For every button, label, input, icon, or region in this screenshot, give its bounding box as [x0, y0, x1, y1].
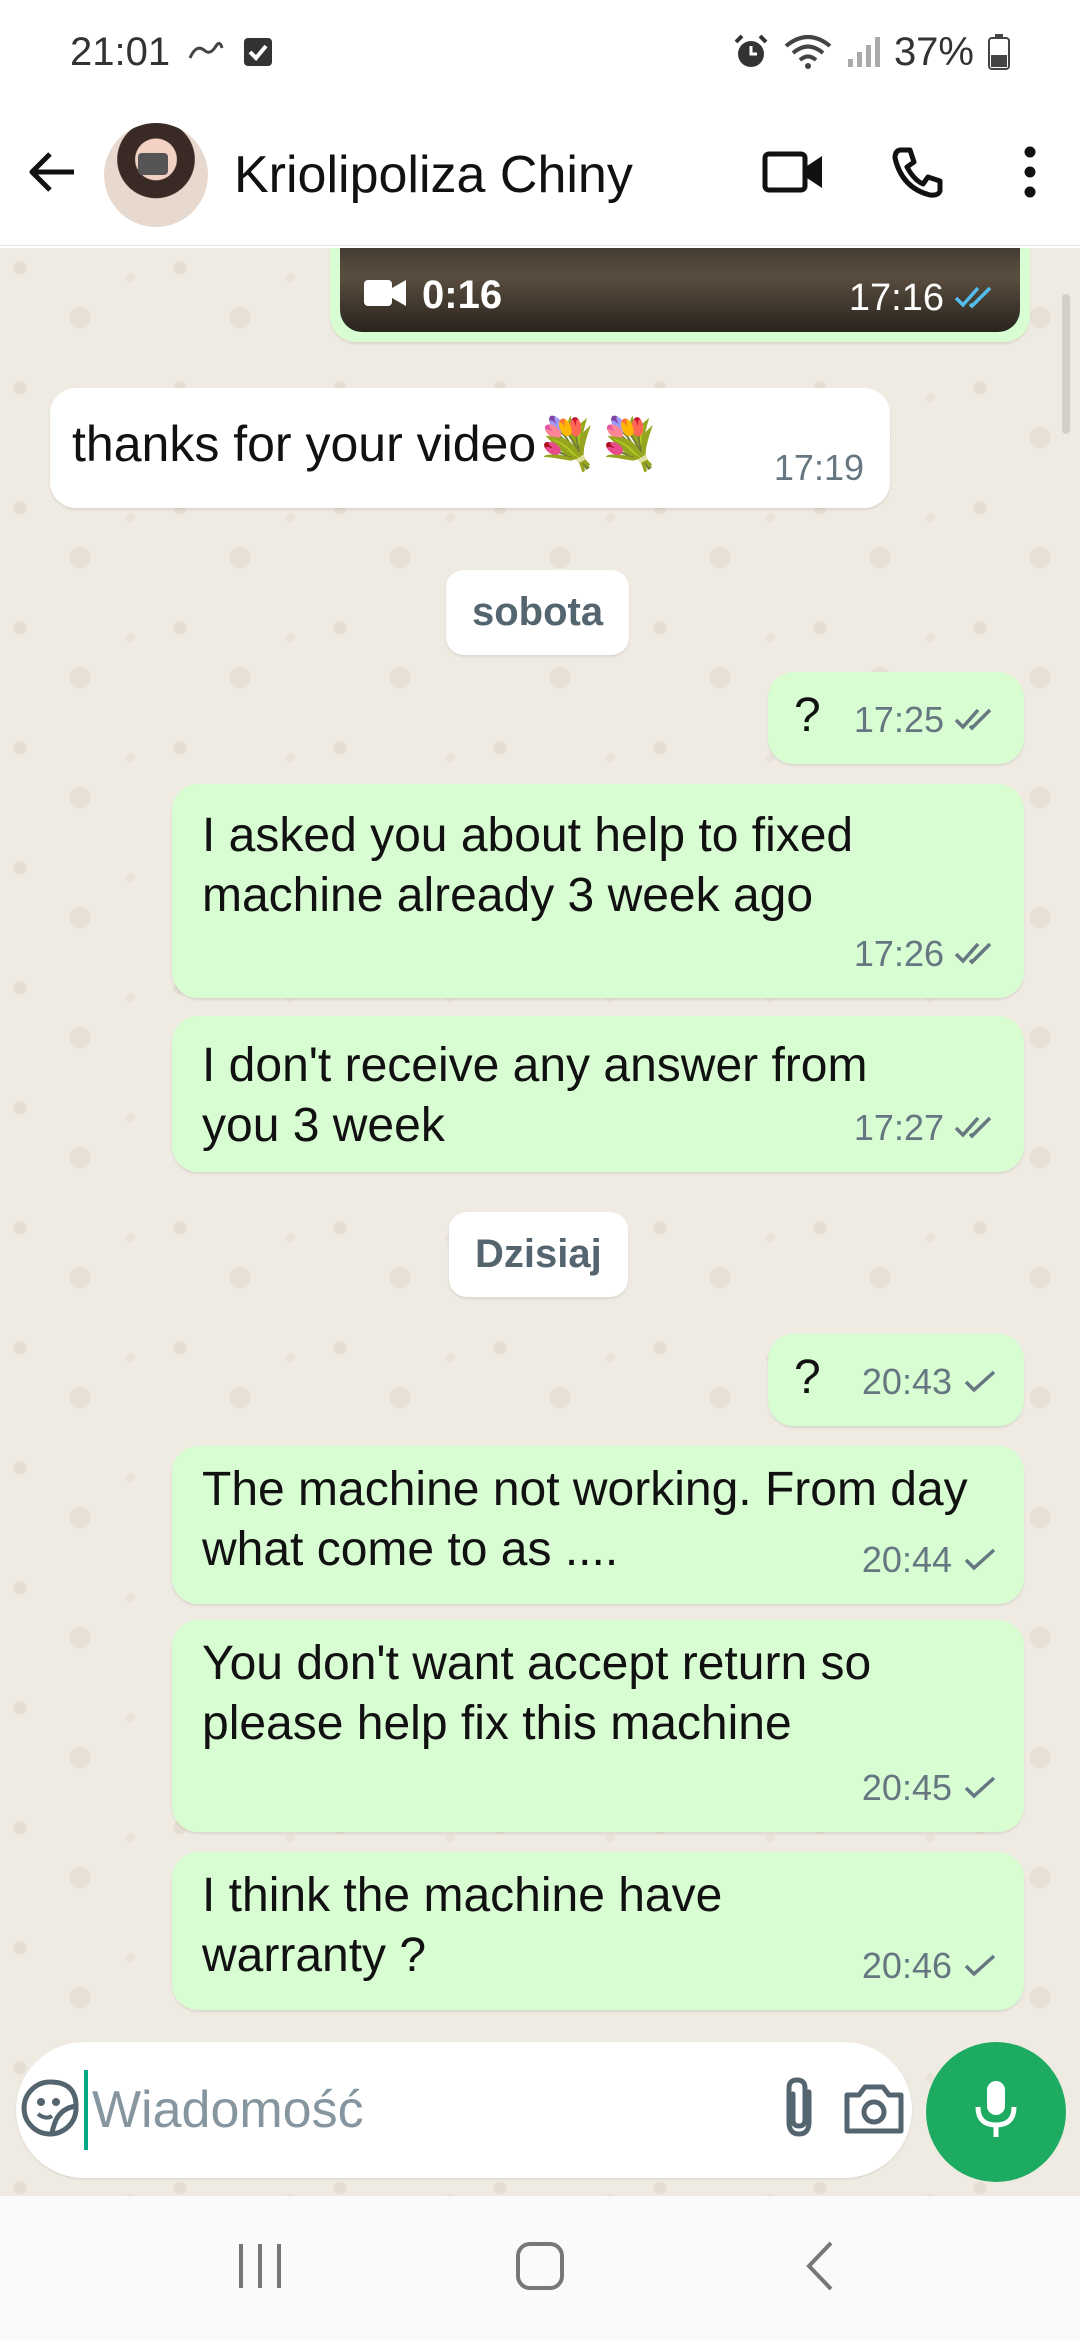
message-time: 17:16 — [848, 277, 944, 319]
delivered-ticks-icon — [954, 1098, 998, 1158]
system-nav-bar — [0, 2196, 1080, 2340]
message-outgoing[interactable]: The machine not working. From day what c… — [172, 1446, 1024, 1604]
read-ticks-icon — [954, 277, 998, 320]
sent-tick-icon — [962, 1352, 998, 1412]
video-thumbnail[interactable]: 0:16 17:16 — [340, 248, 1020, 332]
message-time: 20:43 — [861, 1361, 952, 1402]
avatar[interactable] — [104, 122, 208, 227]
system-back-button[interactable] — [760, 2208, 880, 2328]
bouquet-emoji: 💐💐 — [536, 416, 661, 472]
battery-percent: 37% — [893, 29, 974, 74]
back-arrow-icon — [26, 146, 78, 203]
status-bar: 21:01 37% — [0, 0, 1080, 104]
message-input[interactable] — [83, 2070, 761, 2150]
voice-call-button[interactable] — [856, 104, 980, 246]
more-vert-icon — [1022, 146, 1038, 203]
date-separator: sobota — [446, 570, 630, 655]
attach-icon — [779, 2076, 819, 2145]
message-outgoing[interactable]: You don't want accept return so please h… — [172, 1620, 1024, 1832]
alarm-icon — [732, 33, 770, 71]
sent-tick-icon — [962, 1530, 998, 1590]
back-button[interactable] — [0, 104, 104, 246]
message-outgoing[interactable]: I asked you about help to fixed machine … — [172, 784, 1024, 998]
back-icon — [803, 2239, 837, 2298]
video-duration: 0:16 — [422, 273, 503, 317]
scrollbar[interactable] — [1062, 294, 1070, 434]
message-time: 17:26 — [853, 933, 944, 974]
home-button[interactable] — [480, 2208, 600, 2328]
link-icon — [186, 38, 226, 66]
message-time: 17:27 — [853, 1107, 944, 1148]
date-separator: Dzisiaj — [449, 1212, 628, 1297]
checkbox-icon — [242, 36, 274, 68]
camera-icon — [843, 2081, 905, 2140]
status-time: 21:01 — [70, 29, 171, 74]
message-time: 20:46 — [861, 1945, 952, 1986]
wifi-icon — [784, 34, 832, 70]
message-outgoing[interactable]: I think the machine have warranty ? 20:4… — [172, 1852, 1024, 2010]
message-outgoing[interactable]: ? 17:25 — [768, 672, 1024, 764]
message-time: 17:25 — [853, 699, 944, 740]
video-camera-icon — [364, 273, 406, 318]
camera-button[interactable] — [836, 2042, 912, 2178]
sticker-button[interactable] — [16, 2042, 84, 2178]
chat-header: Kriolipoliza Chiny — [0, 104, 1080, 246]
message-text: You don't want accept return so please h… — [202, 1637, 872, 1750]
message-time: 17:19 — [773, 447, 864, 488]
video-call-icon — [762, 146, 826, 203]
video-call-button[interactable] — [732, 104, 856, 246]
video-message[interactable]: 0:16 17:16 — [330, 248, 1030, 342]
sent-tick-icon — [962, 1758, 998, 1818]
message-incoming[interactable]: thanks for your video💐💐 17:19 — [50, 388, 890, 508]
attach-button[interactable] — [761, 2042, 837, 2178]
more-options-button[interactable] — [980, 104, 1080, 246]
recents-button[interactable] — [200, 2208, 320, 2328]
contact-name[interactable]: Kriolipoliza Chiny — [234, 145, 732, 205]
message-time: 20:45 — [861, 1767, 952, 1808]
message-text: I think the machine have warranty ? — [202, 1869, 723, 1982]
message-outgoing[interactable]: I don't receive any answer from you 3 we… — [172, 1016, 1024, 1172]
delivered-ticks-icon — [954, 924, 998, 984]
delivered-ticks-icon — [954, 690, 998, 750]
battery-icon — [988, 34, 1010, 70]
signal-icon — [846, 35, 880, 69]
message-text: I don't receive any answer from you 3 we… — [202, 1039, 868, 1152]
message-text: I asked you about help to fixed machine … — [202, 809, 854, 922]
sent-tick-icon — [962, 1936, 998, 1996]
recents-icon — [235, 2242, 285, 2295]
mic-icon — [974, 2079, 1018, 2146]
message-time: 20:44 — [861, 1539, 952, 1580]
voice-message-button[interactable] — [926, 2042, 1066, 2182]
message-outgoing[interactable]: ? 20:43 — [768, 1334, 1024, 1426]
sticker-icon — [20, 2078, 80, 2143]
message-text: thanks for your video — [72, 416, 537, 472]
composer — [16, 2042, 912, 2178]
home-icon — [514, 2240, 566, 2297]
phone-icon — [890, 144, 946, 205]
message-list[interactable]: 0:16 17:16 thanks for your video💐💐 17:19… — [0, 248, 1080, 2204]
